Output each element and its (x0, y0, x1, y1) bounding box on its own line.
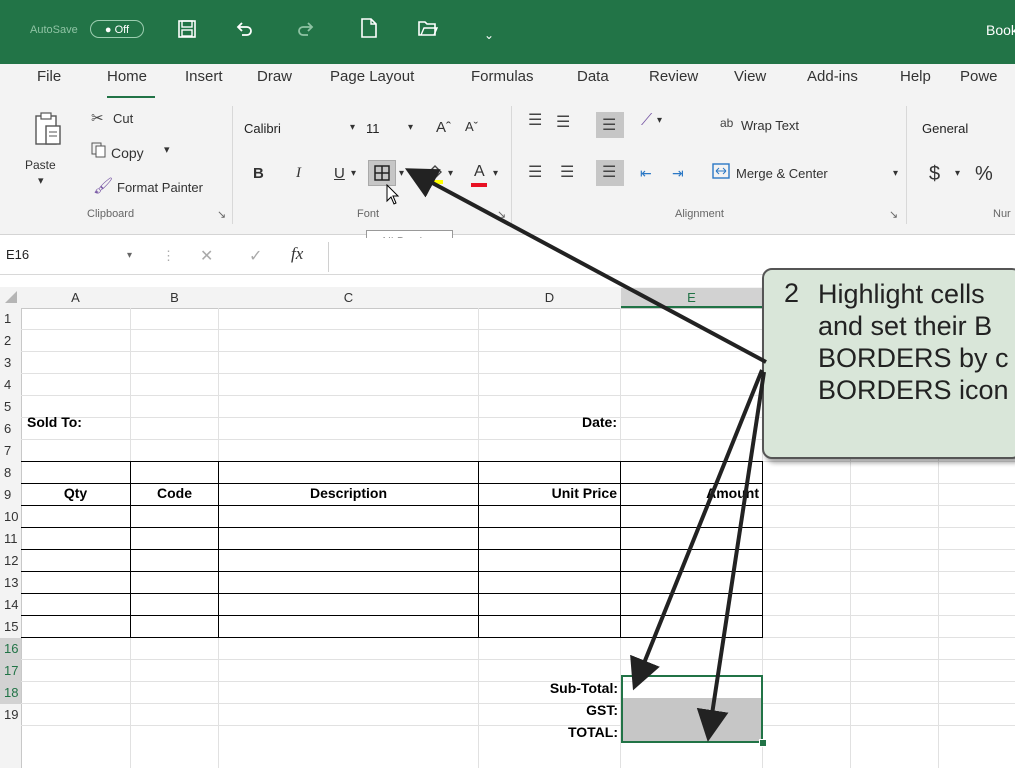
annotation-arrows (404, 168, 767, 742)
arrow-to-total-cell (696, 371, 766, 742)
arrow-to-subtotal-cell (630, 369, 764, 691)
arrow-to-borders-icon (404, 168, 767, 364)
